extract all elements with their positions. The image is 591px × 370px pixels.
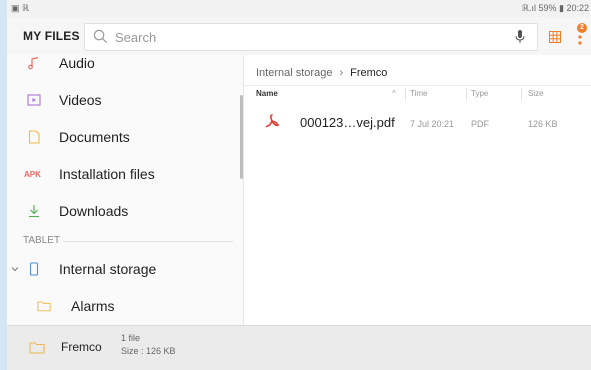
status-left-icons: ▣ ℝ [11, 3, 30, 13]
column-header-time[interactable]: Time [410, 89, 427, 98]
folder-file-count: 1 file [121, 333, 141, 343]
status-right-indicators: ℝ.ıl 59% ▮ 20:22 [521, 3, 589, 13]
sidebar-item-internal-storage[interactable]: Internal storage [7, 251, 243, 288]
folder-icon [37, 301, 51, 312]
sort-arrow-icon[interactable]: ^ [392, 89, 396, 98]
sidebar-item-label: Documents [59, 129, 130, 145]
search-input[interactable]: Search [84, 23, 538, 51]
column-separator [405, 88, 406, 100]
music-note-icon [28, 56, 39, 70]
section-label-tablet: TABLET [23, 235, 61, 246]
document-icon [28, 130, 40, 144]
folder-icon [29, 342, 45, 354]
app-bar: MY FILES Search 2 [7, 17, 591, 56]
column-header-name[interactable]: Name [256, 89, 278, 98]
breadcrumb: Internal storage › Fremco [256, 67, 387, 79]
pdf-icon [265, 114, 279, 128]
file-name: 000123…vej.pdf [300, 115, 395, 130]
file-time: 7 Jul 20:21 [410, 119, 455, 129]
sidebar-item-label: Internal storage [59, 261, 157, 277]
sidebar-item-audio[interactable]: Audio [7, 55, 243, 82]
apk-icon: APK [24, 170, 41, 179]
phone-icon [29, 262, 39, 276]
breadcrumb-root[interactable]: Internal storage [256, 67, 332, 79]
notification-badge: 2 [577, 23, 587, 33]
search-icon [93, 29, 108, 44]
current-folder-name: Fremco [61, 340, 102, 354]
video-icon [27, 94, 41, 106]
column-separator [521, 88, 522, 100]
sidebar-item-label: Videos [59, 92, 102, 108]
folder-size: Size : 126 KB [121, 346, 176, 356]
sidebar-item-alarms[interactable]: Alarms [7, 288, 243, 325]
column-header-size[interactable]: Size [528, 89, 544, 98]
selection-info-bar: Fremco 1 file Size : 126 KB [7, 325, 591, 370]
chevron-down-icon[interactable] [11, 265, 19, 273]
file-type: PDF [471, 119, 489, 129]
column-separator [466, 88, 467, 100]
breadcrumb-current: Fremco [350, 67, 388, 79]
file-size: 126 KB [528, 119, 558, 129]
status-bar: ▣ ℝ ℝ.ıl 59% ▮ 20:22 [7, 0, 591, 17]
file-list-pane: Internal storage › Fremco Name ^ Time Type… [244, 55, 591, 325]
app-title: MY FILES [23, 29, 80, 43]
sidebar-item-label: Installation files [59, 166, 155, 182]
sidebar-item-installation-files[interactable]: APK Installation files [7, 156, 243, 193]
sidebar: Audio Videos Documents APK Installation … [7, 55, 243, 325]
search-placeholder: Search [115, 30, 157, 45]
sidebar-item-videos[interactable]: Videos [7, 82, 243, 119]
breadcrumb-divider [244, 85, 591, 86]
section-divider [63, 241, 233, 242]
sidebar-item-label: Audio [59, 55, 95, 71]
grid-view-icon[interactable] [549, 31, 561, 43]
column-header-type[interactable]: Type [471, 89, 488, 98]
sidebar-item-label: Downloads [59, 203, 129, 219]
download-icon [29, 205, 39, 218]
my-files-app: ▣ ℝ ℝ.ıl 59% ▮ 20:22 MY FILES Search 2 A… [7, 0, 591, 370]
microphone-icon[interactable] [515, 29, 525, 44]
sidebar-item-label: Alarms [71, 298, 115, 314]
file-row[interactable]: 000123…vej.pdf 7 Jul 20:21 PDF 126 KB [244, 107, 591, 143]
sidebar-item-documents[interactable]: Documents [7, 119, 243, 156]
sidebar-item-downloads[interactable]: Downloads [7, 193, 243, 230]
breadcrumb-separator: › [339, 67, 344, 79]
